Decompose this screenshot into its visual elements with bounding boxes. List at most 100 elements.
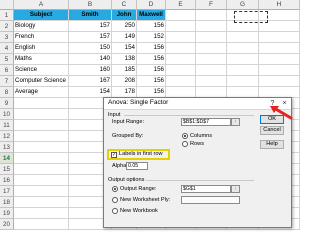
cell-a4[interactable]: English [14,43,69,54]
input-range-field[interactable]: $B$1:$D$7 [181,118,231,126]
cell-c5[interactable]: 138 [112,54,137,65]
cell-f6[interactable] [196,65,227,76]
cell-a6[interactable]: Science [14,65,69,76]
column-header-e[interactable]: E [166,0,196,10]
column-header-f[interactable]: F [196,0,227,10]
cell-a3[interactable]: French [14,32,69,43]
row-header-3[interactable]: 3 [0,32,14,43]
cell-e6[interactable] [166,65,196,76]
cell-b5[interactable]: 140 [69,54,112,65]
cell-a16[interactable] [14,175,69,186]
select-all-corner[interactable] [0,0,14,10]
cell-c6[interactable]: 185 [112,65,137,76]
new-worksheet-field[interactable] [181,196,240,204]
row-header-12[interactable]: 12 [0,131,14,142]
cell-e5[interactable] [166,54,196,65]
cell-c3[interactable]: 149 [112,32,137,43]
cell-b2[interactable]: 157 [69,21,112,32]
cell-h4[interactable] [259,43,300,54]
cell-g4[interactable] [227,43,259,54]
cell-h5[interactable] [259,54,300,65]
cell-f5[interactable] [196,54,227,65]
cell-b6[interactable]: 160 [69,65,112,76]
cell-b1[interactable]: Smith [69,10,112,21]
cell-d2[interactable]: 156 [137,21,166,32]
row-header-5[interactable]: 5 [0,54,14,65]
cell-f4[interactable] [196,43,227,54]
cell-a11[interactable] [14,120,69,131]
row-header-10[interactable]: 10 [0,109,14,120]
row-header-11[interactable]: 11 [0,120,14,131]
cell-a5[interactable]: Maths [14,54,69,65]
cell-g3[interactable] [227,32,259,43]
cell-d4[interactable]: 156 [137,43,166,54]
cell-a20[interactable] [14,219,69,230]
row-header-4[interactable]: 4 [0,43,14,54]
cell-h7[interactable] [259,76,300,87]
cell-a15[interactable] [14,164,69,175]
row-header-9[interactable]: 9 [0,98,14,109]
cell-b4[interactable]: 150 [69,43,112,54]
cell-b7[interactable]: 167 [69,76,112,87]
row-header-15[interactable]: 15 [0,164,14,175]
cell-d6[interactable]: 156 [137,65,166,76]
row-header-14[interactable]: 14 [0,153,14,164]
new-workbook-radio[interactable] [112,208,118,214]
cell-h3[interactable] [259,32,300,43]
cell-d3[interactable]: 152 [137,32,166,43]
labels-first-row-checkbox[interactable]: ✓ [111,151,117,158]
cell-a1[interactable]: Subject [14,10,69,21]
cell-e4[interactable] [166,43,196,54]
cell-g6[interactable] [227,65,259,76]
cell-d5[interactable]: 156 [137,54,166,65]
cell-a12[interactable] [14,131,69,142]
cell-f3[interactable] [196,32,227,43]
cell-g5[interactable] [227,54,259,65]
row-header-7[interactable]: 7 [0,76,14,87]
cell-h6[interactable] [259,65,300,76]
cell-e2[interactable] [166,21,196,32]
cell-f2[interactable] [196,21,227,32]
output-range-radio[interactable] [112,186,118,192]
cancel-button[interactable]: Cancel [260,126,284,135]
cell-a8[interactable]: Average [14,87,69,98]
row-header-6[interactable]: 6 [0,65,14,76]
row-header-2[interactable]: 2 [0,21,14,32]
output-range-field[interactable]: $G$1 [181,185,231,193]
row-header-8[interactable]: 8 [0,87,14,98]
cell-a17[interactable] [14,186,69,197]
row-header-13[interactable]: 13 [0,142,14,153]
cell-c1[interactable]: John [112,10,137,21]
cell-a18[interactable] [14,197,69,208]
row-header-16[interactable]: 16 [0,175,14,186]
cell-e7[interactable] [166,76,196,87]
help-button[interactable]: Help [260,140,284,149]
cell-g7[interactable] [227,76,259,87]
columns-radio[interactable] [182,133,188,139]
column-header-c[interactable]: C [112,0,137,10]
column-header-a[interactable]: A [14,0,69,10]
cell-b3[interactable]: 157 [69,32,112,43]
cell-f1[interactable] [196,10,227,21]
column-header-g[interactable]: G [227,0,259,10]
cell-d7[interactable]: 156 [137,76,166,87]
cell-a7[interactable]: Computer Science [14,76,69,87]
row-header-20[interactable]: 20 [0,219,14,230]
cell-c2[interactable]: 250 [112,21,137,32]
row-header-17[interactable]: 17 [0,186,14,197]
cell-a2[interactable]: Biology [14,21,69,32]
cell-c4[interactable]: 154 [112,43,137,54]
cell-a19[interactable] [14,208,69,219]
cell-f7[interactable] [196,76,227,87]
cell-e1[interactable] [166,10,196,21]
column-header-h[interactable]: H [259,0,300,10]
alpha-field[interactable]: 0.05 [126,162,148,170]
output-range-collapse-icon[interactable]: ↑ [231,185,240,193]
row-header-19[interactable]: 19 [0,208,14,219]
cell-a14[interactable] [14,153,69,164]
row-header-1[interactable]: 1 [0,10,14,21]
cell-c7[interactable]: 208 [112,76,137,87]
cell-a10[interactable] [14,109,69,120]
new-worksheet-radio[interactable] [112,197,118,203]
cell-a13[interactable] [14,142,69,153]
